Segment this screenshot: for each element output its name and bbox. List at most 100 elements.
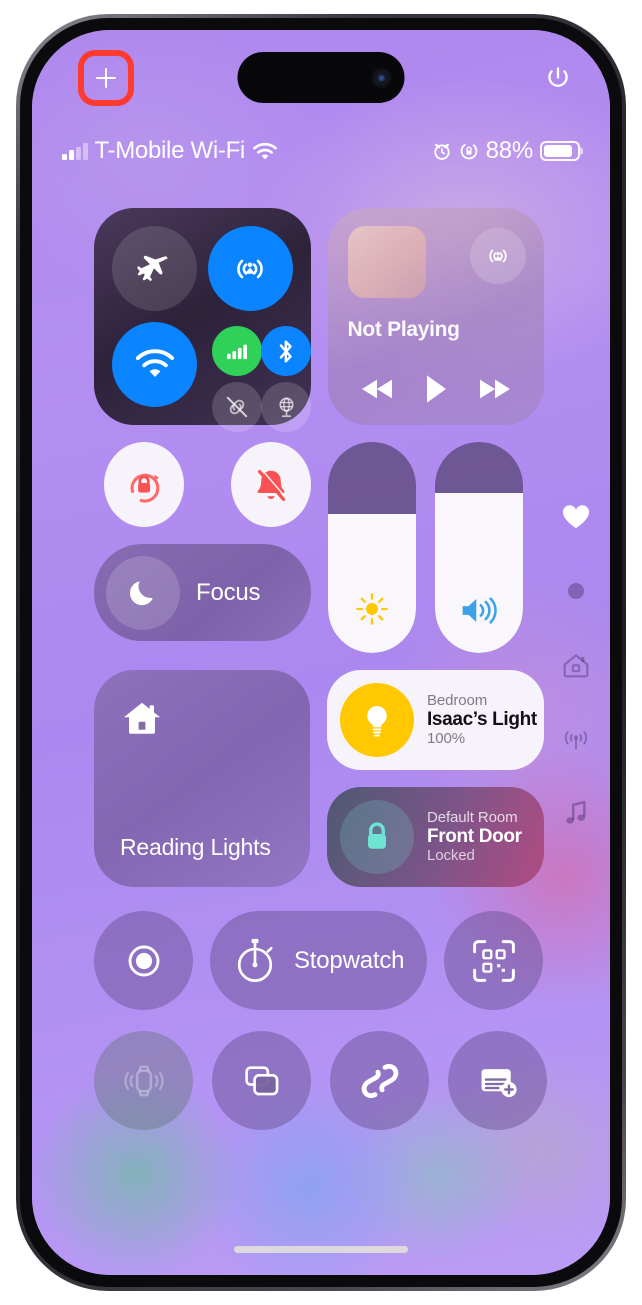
cc-row-utilities-1: Stopwatch bbox=[94, 911, 544, 1010]
accessory-name: Isaac’s Light bbox=[427, 709, 537, 731]
control-center-grid: Not Playing Focus Reading Lights Bedroom… bbox=[94, 208, 547, 1130]
home-outline-icon bbox=[563, 653, 589, 677]
volume-fill bbox=[435, 492, 523, 653]
moon-icon bbox=[129, 580, 153, 605]
screen-recording-button[interactable] bbox=[94, 911, 193, 1010]
qr-code-icon bbox=[472, 939, 515, 982]
plus-icon bbox=[96, 68, 116, 88]
sliders-column bbox=[328, 442, 523, 653]
sun-icon bbox=[354, 591, 390, 627]
house-icon bbox=[120, 698, 164, 743]
cc-row-middle: Focus bbox=[94, 442, 544, 653]
accessory-state: 100% bbox=[427, 729, 465, 747]
connectivity-module[interactable] bbox=[94, 208, 311, 432]
rewind-button[interactable] bbox=[358, 376, 398, 402]
dynamic-island bbox=[237, 52, 405, 103]
app-mirroring-icon bbox=[244, 1065, 278, 1095]
airplay-button[interactable] bbox=[470, 228, 526, 284]
rail-item-home[interactable] bbox=[562, 650, 590, 680]
quick-note-button[interactable] bbox=[448, 1031, 547, 1130]
focus-button[interactable]: Focus bbox=[94, 544, 311, 641]
ping-watch-button[interactable] bbox=[94, 1031, 193, 1130]
accessory-name: Front Door bbox=[427, 826, 522, 848]
accessory-text: Default Room Front Door Locked bbox=[427, 808, 522, 865]
vpn-button[interactable] bbox=[261, 382, 311, 432]
heart-icon bbox=[562, 505, 590, 529]
power-icon bbox=[548, 67, 568, 87]
play-icon bbox=[426, 375, 446, 403]
forward-button[interactable] bbox=[474, 376, 514, 402]
focus-label: Focus bbox=[196, 578, 261, 606]
cellular-data-button[interactable] bbox=[212, 326, 262, 376]
bluetooth-button[interactable] bbox=[261, 326, 311, 376]
airdrop-button[interactable] bbox=[207, 226, 293, 311]
power-button[interactable] bbox=[544, 64, 572, 92]
airplane-icon bbox=[136, 255, 167, 281]
rail-item-connectivity[interactable] bbox=[561, 724, 591, 754]
accessory-isaacs-light[interactable]: Bedroom Isaac’s Light 100% bbox=[327, 670, 544, 770]
now-playing-title: Not Playing bbox=[347, 318, 461, 341]
status-bar-right: 88% bbox=[432, 137, 580, 165]
focus-icon-wrap bbox=[106, 555, 180, 630]
brightness-slider[interactable] bbox=[328, 442, 416, 653]
carrier-label: T-Mobile Wi-Fi bbox=[94, 137, 246, 164]
lock-icon bbox=[340, 800, 414, 874]
page-rail bbox=[554, 502, 598, 828]
airdrop-icon bbox=[237, 259, 263, 278]
home-indicator[interactable] bbox=[234, 1246, 408, 1253]
quick-note-icon bbox=[481, 1068, 517, 1097]
ping-watch-icon bbox=[123, 1065, 164, 1096]
wifi-icon bbox=[135, 348, 174, 377]
silent-mode-button[interactable] bbox=[231, 442, 311, 527]
rail-item-favorites[interactable] bbox=[562, 502, 590, 532]
rotation-lock-icon bbox=[130, 473, 160, 503]
stopwatch-icon bbox=[237, 938, 273, 982]
personal-hotspot-button[interactable] bbox=[212, 382, 262, 432]
status-bar-left: T-Mobile Wi-Fi bbox=[62, 137, 278, 165]
music-recognition-button[interactable] bbox=[330, 1031, 429, 1130]
hotspot-off-icon bbox=[226, 396, 248, 418]
bluetooth-icon bbox=[279, 339, 292, 363]
accessory-text: Bedroom Isaac’s Light 100% bbox=[427, 691, 537, 748]
accessory-front-door[interactable]: Default Room Front Door Locked bbox=[327, 787, 544, 887]
bell-slash-icon bbox=[257, 468, 287, 501]
stopwatch-label: Stopwatch bbox=[294, 946, 405, 974]
play-button[interactable] bbox=[423, 373, 449, 405]
cellular-signal-icon bbox=[62, 142, 88, 160]
airplay-icon bbox=[489, 249, 507, 263]
cc-row-utilities-2 bbox=[94, 1031, 547, 1130]
page-dot-icon bbox=[568, 583, 584, 599]
cc-row-top: Not Playing bbox=[94, 208, 544, 432]
rail-item-now-playing[interactable] bbox=[563, 798, 589, 828]
scene-label: Reading Lights bbox=[120, 834, 271, 860]
wifi-button[interactable] bbox=[112, 322, 197, 407]
stopwatch-button[interactable]: Stopwatch bbox=[210, 911, 427, 1010]
lightbulb-icon bbox=[340, 683, 414, 757]
rewind-icon bbox=[361, 379, 392, 399]
cellular-bars-icon bbox=[227, 344, 247, 360]
cc-row-home: Reading Lights Bedroom Isaac’s Light 100… bbox=[94, 670, 544, 887]
scan-code-button[interactable] bbox=[444, 911, 543, 1010]
wifi-icon bbox=[253, 142, 277, 160]
accessory-state: Locked bbox=[427, 846, 475, 864]
connectivity-antenna-icon bbox=[564, 730, 588, 750]
airplane-mode-button[interactable] bbox=[112, 226, 197, 311]
volume-slider[interactable] bbox=[435, 442, 523, 653]
scene-reading-lights[interactable]: Reading Lights bbox=[94, 670, 310, 887]
front-camera-icon bbox=[371, 67, 392, 88]
battery-percent-label: 88% bbox=[485, 137, 534, 164]
shazam-icon bbox=[361, 1063, 398, 1098]
phone-screen: T-Mobile Wi-Fi 88% Not Playing Focus Rea… bbox=[32, 30, 610, 1275]
add-control-button[interactable] bbox=[78, 50, 134, 106]
accessory-room: Bedroom bbox=[427, 691, 488, 709]
rail-item-page-indicator[interactable] bbox=[568, 576, 584, 606]
now-playing-module[interactable]: Not Playing bbox=[327, 208, 544, 425]
music-note-icon bbox=[566, 800, 586, 824]
screen-record-icon bbox=[128, 945, 159, 976]
accessory-room: Default Room bbox=[427, 808, 518, 826]
alarm-clock-icon bbox=[433, 143, 450, 160]
speaker-wave-icon bbox=[459, 594, 499, 627]
app-mirroring-button[interactable] bbox=[212, 1031, 311, 1130]
rotation-lock-button[interactable] bbox=[104, 442, 184, 527]
status-bar: T-Mobile Wi-Fi 88% bbox=[32, 134, 610, 168]
